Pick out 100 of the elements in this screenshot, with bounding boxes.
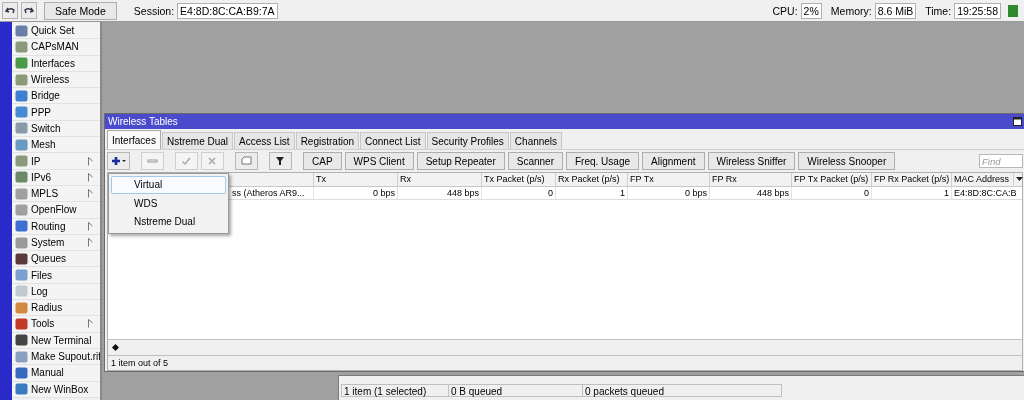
toolbar-button[interactable]: CAP	[303, 152, 342, 170]
square-icon	[15, 236, 28, 249]
column-header[interactable]: FP Tx Packet (p/s)	[792, 173, 872, 186]
square-icon	[15, 187, 28, 200]
table-cell: 0 bps	[628, 187, 710, 199]
session-field: E4:8D:8C:CA:B9:7A	[177, 2, 278, 19]
column-header[interactable]: FP Tx	[628, 173, 710, 186]
filter-button[interactable]	[269, 152, 292, 170]
toolbar-button[interactable]: Wireless Sniffer	[707, 152, 796, 170]
toolbar-button[interactable]: Setup Repeater	[416, 152, 505, 170]
sidebar-item[interactable]: IP	[12, 153, 100, 170]
sidebar-item[interactable]: CAPsMAN	[12, 39, 100, 56]
square-icon	[15, 24, 28, 37]
stat-field: 2%	[800, 2, 822, 19]
toolbar-button[interactable]: WPS Client	[344, 152, 414, 170]
sidebar-item[interactable]: Quick Set	[12, 23, 100, 40]
square-icon	[15, 122, 28, 135]
menu-item[interactable]: Nstreme Dual	[111, 213, 226, 231]
column-header[interactable]: FP Rx	[710, 173, 792, 186]
toolbar-button[interactable]: Scanner	[507, 152, 563, 170]
dropdown-caret-icon[interactable]	[1016, 177, 1023, 182]
table-cell: 0	[482, 187, 556, 199]
stat-field: 19:25:58	[954, 2, 1001, 19]
safe-mode-button[interactable]: Safe Mode	[44, 1, 117, 20]
table-cell: E4:8D:8C:CA:B	[952, 187, 1024, 199]
sidebar-label: Manual	[31, 367, 65, 379]
sidebar-item[interactable]: OpenFlow	[12, 202, 100, 219]
square-icon	[15, 203, 28, 216]
tab[interactable]: Interfaces	[107, 130, 161, 149]
add-button[interactable]	[107, 152, 130, 170]
sidebar-label: Log	[31, 285, 49, 297]
stat-label: Memory:	[830, 4, 872, 17]
sidebar-label: Files	[31, 269, 54, 281]
tab[interactable]: Channels	[509, 132, 563, 149]
tab[interactable]: Nstreme Dual	[161, 132, 234, 149]
sidebar-label: Queues	[31, 253, 68, 265]
sidebar-item[interactable]: Mesh	[12, 137, 100, 154]
table-cell: 448 bps	[398, 187, 482, 199]
find-field[interactable]: Find	[979, 154, 1023, 168]
redo-button[interactable]	[21, 2, 37, 19]
square-icon	[15, 73, 28, 86]
table-cell: 0	[792, 187, 872, 199]
sidebar-label: Bridge	[31, 90, 61, 102]
sidebar-item[interactable]: Tools	[12, 316, 100, 333]
sidebar-label: Wireless	[31, 74, 71, 86]
column-header[interactable]: Rx Packet (p/s)	[556, 173, 628, 186]
status-text: 0 B queued	[448, 384, 583, 397]
indicator-icon	[1008, 4, 1018, 17]
square-icon	[15, 318, 28, 330]
toolbar-button[interactable]: Freq. Usage	[566, 152, 640, 170]
square-icon	[15, 350, 28, 363]
toolbar-button[interactable]: Wireless Snooper	[798, 152, 896, 170]
tab[interactable]: Connect List	[360, 132, 426, 149]
sidebar-item[interactable]: Files	[12, 267, 100, 284]
sidebar-label: IP	[31, 155, 42, 167]
column-header[interactable]: MAC Address	[952, 173, 1014, 186]
tab[interactable]: Access List	[234, 132, 295, 149]
square-icon	[15, 57, 28, 70]
sidebar-item[interactable]: Queues	[12, 251, 100, 268]
sidebar-label: Radius	[31, 302, 64, 314]
window-title: Wireless Tables	[108, 116, 179, 127]
scroll-bar[interactable]	[108, 339, 1022, 355]
sidebar-item[interactable]: Manual	[12, 365, 100, 382]
square-icon	[15, 155, 28, 167]
column-header[interactable]: FP Rx Packet (p/s)	[872, 173, 952, 186]
menu-item[interactable]: Virtual	[111, 176, 226, 194]
column-header[interactable]: Tx	[314, 173, 398, 186]
square-icon	[15, 334, 28, 347]
sidebar-label: System	[31, 237, 66, 248]
square-icon	[15, 252, 28, 265]
sidebar-label: Quick Set	[31, 25, 76, 37]
column-header[interactable]: Rx	[398, 173, 482, 186]
arrow-icon[interactable]	[112, 344, 119, 351]
sidebar-label: Interfaces	[31, 57, 76, 69]
square-icon	[15, 383, 28, 396]
toolbar-button[interactable]: Alignment	[642, 152, 705, 170]
sidebar-item[interactable]: PPP	[12, 104, 100, 121]
square-icon	[15, 220, 28, 233]
sidebar-item[interactable]: Radius	[12, 300, 100, 317]
tab[interactable]: Security Profiles	[426, 132, 509, 149]
cross-icon	[207, 156, 218, 166]
minus-icon	[147, 156, 158, 166]
column-header[interactable]: Tx Packet (p/s)	[482, 173, 556, 186]
check-icon	[181, 156, 192, 166]
square-icon	[15, 285, 28, 298]
status-text: 1 item (1 selected)	[341, 384, 449, 397]
status-text: 1 item out of 5	[111, 357, 169, 370]
filter-icon	[275, 156, 286, 166]
undo-button[interactable]	[2, 2, 18, 19]
square-icon	[15, 138, 28, 151]
square-icon	[15, 269, 28, 282]
sidebar-label: Mesh	[31, 139, 57, 151]
stat-field: 8.6 MiB	[874, 2, 917, 19]
stat-label: CPU:	[772, 4, 798, 17]
maximize-icon[interactable]	[1013, 117, 1022, 126]
table-cell: 0 bps	[314, 187, 398, 199]
sidebar-label: MPLS	[31, 188, 60, 200]
sidebar-item[interactable]: Bridge	[12, 88, 100, 105]
table-cell: 1	[872, 187, 952, 199]
tab[interactable]: Registration	[295, 132, 359, 149]
